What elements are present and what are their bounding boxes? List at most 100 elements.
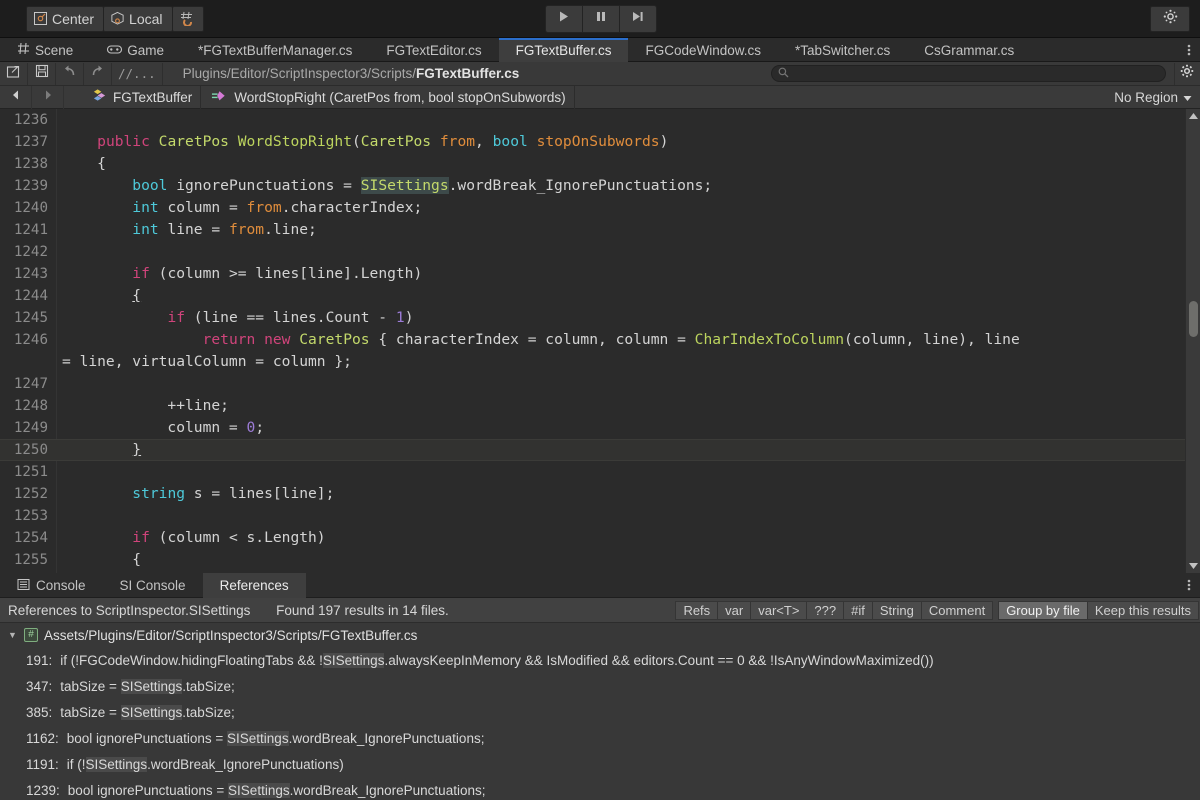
breadcrumb-method[interactable]: WordStopRight (CaretPos from, bool stopO… [201,86,574,109]
tab-fgcodewindow[interactable]: FGCodeWindow.cs [628,38,778,62]
code-line[interactable]: 1250 } [0,439,1200,461]
pivot-mode-button[interactable]: Center [26,6,104,32]
class-icon [92,88,107,106]
code-token: line = [159,221,229,238]
step-button[interactable] [619,5,657,33]
code-token [62,331,203,348]
line-number: 1239 [0,175,48,197]
line-content: { [62,153,106,175]
grid-snapping-button[interactable] [172,6,204,32]
result-row[interactable]: 1239:bool ignorePunctuations = SISetting… [0,777,1200,800]
navigate-back-button[interactable] [0,86,32,109]
references-results-list[interactable]: ▼ # Assets/Plugins/Editor/ScriptInspecto… [0,623,1200,800]
kebab-menu-icon[interactable] [1178,573,1200,597]
scroll-up-arrow-icon[interactable] [1186,109,1200,123]
filter-button-refs[interactable]: Refs [675,601,718,620]
pause-button[interactable] [582,5,620,33]
tab-game[interactable]: Game [90,38,181,62]
filter-button-if[interactable]: #if [843,601,873,620]
code-line[interactable]: 1241 int line = from.line; [0,219,1200,241]
script-path-file: FGTextBuffer.cs [416,66,519,81]
code-line[interactable]: 1245 if (line == lines.Count - 1) [0,307,1200,329]
result-row[interactable]: 1162:bool ignorePunctuations = SISetting… [0,725,1200,751]
tab-fgtextbuffer[interactable]: FGTextBuffer.cs [499,38,629,62]
code-line[interactable]: 1240 int column = from.characterIndex; [0,197,1200,219]
filter-button-[interactable]: ??? [806,601,844,620]
result-file-group-header[interactable]: ▼ # Assets/Plugins/Editor/ScriptInspecto… [0,623,1200,647]
tab-scene[interactable]: Scene [0,38,90,62]
tab-fgtextbuffermanager[interactable]: *FGTextBufferManager.cs [181,38,369,62]
script-settings-button[interactable] [1174,63,1200,85]
filter-button-var-t[interactable]: var<T> [750,601,807,620]
code-token: new [264,331,290,348]
code-line[interactable]: 1248 ++line; [0,395,1200,417]
breadcrumb-class[interactable]: FGTextBuffer [82,86,201,109]
code-line[interactable]: 1253 [0,505,1200,527]
filter-button-var[interactable]: var [717,601,751,620]
code-editor[interactable]: 12361237 public CaretPos WordStopRight(C… [0,109,1200,573]
result-row[interactable]: 191:if (!FGCodeWindow.hidingFloatingTabs… [0,647,1200,673]
undo-button[interactable] [56,63,84,85]
filter-button-string[interactable]: String [872,601,922,620]
kebab-menu-icon[interactable] [1178,38,1200,61]
code-line[interactable]: 1236 [0,109,1200,131]
code-token [62,221,132,238]
play-button[interactable] [545,5,583,33]
code-token: (line == lines.Count - [185,309,396,326]
code-line[interactable]: 1247 [0,373,1200,395]
pivot-rotation-button[interactable]: Local [103,6,172,32]
scrollbar-thumb[interactable] [1189,301,1198,337]
redo-button[interactable] [84,63,112,85]
editor-tab-bar: Scene Game *FGTextBufferManager.cs FGTex… [0,38,1200,62]
code-line[interactable]: 1252 string s = lines[line]; [0,483,1200,505]
line-number: 1241 [0,219,48,241]
toolbar-right-group [1150,6,1200,32]
save-button[interactable] [28,63,56,85]
search-input[interactable] [789,66,1165,82]
filter-button-comment[interactable]: Comment [921,601,993,620]
back-arrow-icon [10,88,22,106]
tab-fgtexteditor[interactable]: FGTextEditor.cs [369,38,498,62]
result-row[interactable]: 1191:if (!SISettings.wordBreak_IgnorePun… [0,751,1200,777]
code-token: if [132,529,150,546]
code-line[interactable]: 1238 { [0,153,1200,175]
code-line[interactable]: 1249 column = 0; [0,417,1200,439]
code-line[interactable]: 1246 return new CaretPos { characterInde… [0,329,1200,373]
open-in-external-editor-button[interactable] [0,63,28,85]
code-token: SISettings [361,177,449,194]
scroll-down-arrow-icon[interactable] [1186,559,1200,573]
code-line[interactable]: 1237 public CaretPos WordStopRight(Caret… [0,131,1200,153]
toggle-comment-button[interactable]: //... [112,63,163,85]
navigate-forward-button[interactable] [32,86,64,109]
code-line[interactable]: 1239 bool ignorePunctuations = SISetting… [0,175,1200,197]
code-line[interactable]: 1244 { [0,285,1200,307]
result-row[interactable]: 385:tabSize = SISettings.tabSize; [0,699,1200,725]
result-row[interactable]: 347:tabSize = SISettings.tabSize; [0,673,1200,699]
code-line[interactable]: 1243 if (column >= lines[line].Length) [0,263,1200,285]
code-token: int [132,221,158,238]
unity-services-button[interactable] [1150,6,1190,32]
triangle-down-icon[interactable]: ▼ [8,630,18,640]
search-box[interactable] [771,65,1166,82]
code-token: .line; [264,221,317,238]
filter-button-group-by-file[interactable]: Group by file [998,601,1088,620]
tab-csgrammar[interactable]: CsGrammar.cs [907,38,1031,62]
code-line[interactable]: 1254 if (column < s.Length) [0,527,1200,549]
code-line[interactable]: 1255 { [0,549,1200,571]
result-line-number: 191: [26,653,52,668]
region-selector[interactable]: No Region [1114,90,1200,105]
code-vertical-scrollbar[interactable] [1185,109,1200,573]
unity-main-toolbar: Center Local [0,0,1200,38]
code-line[interactable]: 1242 [0,241,1200,263]
bp-tab-label: SI Console [120,578,186,593]
code-token: 1 [396,309,405,326]
pivot-center-icon [33,11,48,26]
filter-button-keep-this-results[interactable]: Keep this results [1087,601,1199,620]
tab-tabswitcher[interactable]: *TabSwitcher.cs [778,38,907,62]
line-content: int column = from.characterIndex; [62,197,422,219]
tab-console[interactable]: Console [0,573,103,598]
code-text[interactable]: 12361237 public CaretPos WordStopRight(C… [0,109,1200,571]
code-line[interactable]: 1251 [0,461,1200,483]
tab-references[interactable]: References [203,573,306,598]
tab-si-console[interactable]: SI Console [103,573,203,598]
